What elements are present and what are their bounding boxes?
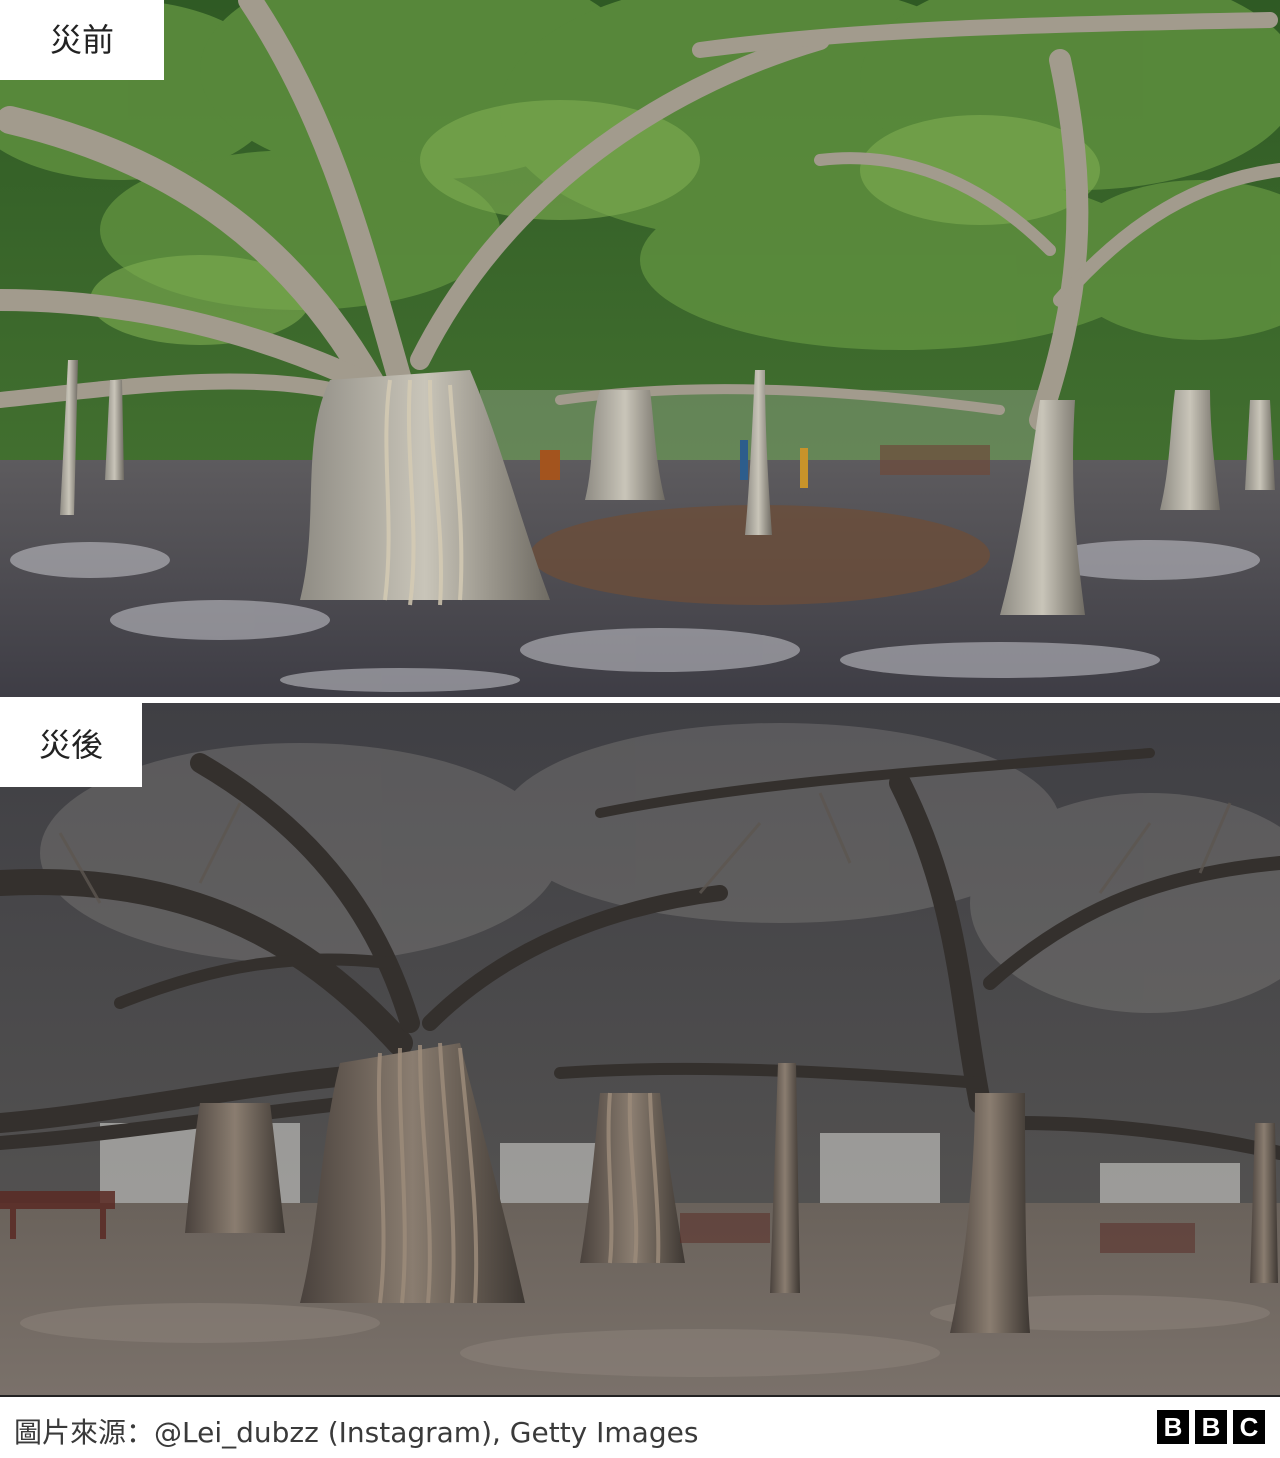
after-photo: 災後: [0, 703, 1280, 1395]
before-label: 災前: [0, 0, 164, 80]
bbc-logo-letter-b2: B: [1195, 1410, 1227, 1444]
bbc-logo: B B C: [1157, 1410, 1265, 1444]
footer: 圖片來源：@Lei_dubzz (Instagram), Getty Image…: [0, 1395, 1280, 1458]
after-photo-illustration: [0, 703, 1280, 1395]
image-credit: 圖片來源：@Lei_dubzz (Instagram), Getty Image…: [14, 1416, 699, 1449]
before-photo: 災前: [0, 0, 1280, 697]
after-label: 災後: [0, 703, 142, 787]
bbc-logo-letter-b1: B: [1157, 1410, 1189, 1444]
bbc-logo-letter-c: C: [1233, 1410, 1265, 1444]
before-photo-illustration: [0, 0, 1280, 697]
